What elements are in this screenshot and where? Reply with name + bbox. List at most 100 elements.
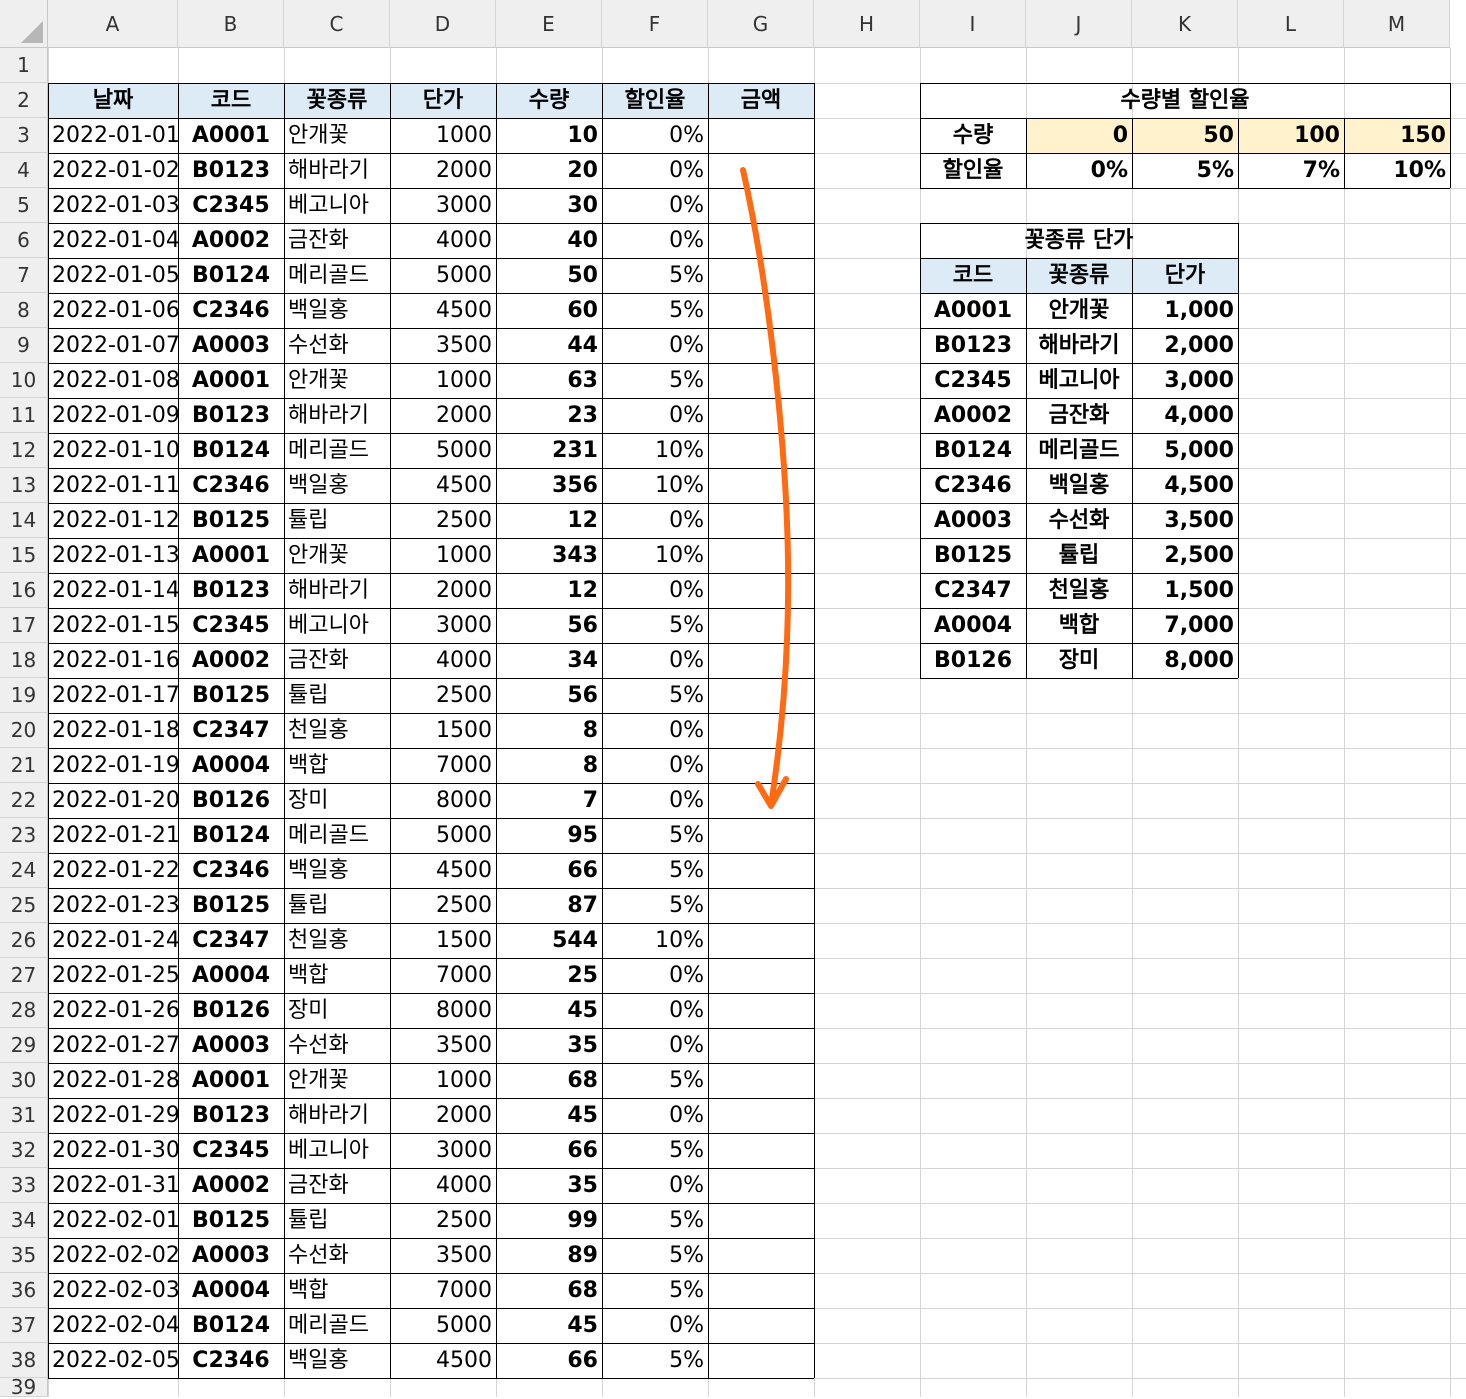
code-cell[interactable]: C2345	[178, 608, 284, 643]
flower-cell[interactable]: 베고니아	[284, 608, 390, 643]
amount-cell[interactable]	[708, 223, 814, 258]
flower-cell[interactable]: 백일홍	[284, 853, 390, 888]
row-header[interactable]: 10	[0, 363, 48, 398]
discount-cell[interactable]: 0%	[602, 398, 708, 433]
flower-cell[interactable]: 백일홍	[284, 468, 390, 503]
date-cell[interactable]: 2022-01-22	[48, 853, 178, 888]
code-cell[interactable]: C2346	[178, 1343, 284, 1378]
flower-cell[interactable]: 안개꽃	[284, 363, 390, 398]
date-cell[interactable]: 2022-01-27	[48, 1028, 178, 1063]
row-header[interactable]: 24	[0, 853, 48, 888]
qty-cell[interactable]: 63	[496, 363, 602, 398]
qty-cell[interactable]: 20	[496, 153, 602, 188]
qty-cell[interactable]: 8	[496, 713, 602, 748]
code-cell[interactable]: A0001	[178, 1063, 284, 1098]
discount-table-title[interactable]: 수량별 할인율	[920, 83, 1450, 118]
row-header[interactable]: 5	[0, 188, 48, 223]
code-cell[interactable]: A0001	[178, 538, 284, 573]
price-cell[interactable]: 2000	[390, 1098, 496, 1133]
price-code-cell[interactable]: A0004	[920, 608, 1026, 643]
date-cell[interactable]: 2022-01-23	[48, 888, 178, 923]
discount-cell[interactable]: 10%	[602, 923, 708, 958]
date-cell[interactable]: 2022-01-16	[48, 643, 178, 678]
qty-cell[interactable]: 231	[496, 433, 602, 468]
amount-cell[interactable]	[708, 1028, 814, 1063]
amount-cell[interactable]	[708, 433, 814, 468]
amount-cell[interactable]	[708, 538, 814, 573]
price-cell[interactable]: 1000	[390, 538, 496, 573]
discount-cell[interactable]: 0%	[602, 573, 708, 608]
date-cell[interactable]: 2022-01-04	[48, 223, 178, 258]
flower-cell[interactable]: 튤립	[284, 888, 390, 923]
date-cell[interactable]: 2022-01-19	[48, 748, 178, 783]
date-cell[interactable]: 2022-01-06	[48, 293, 178, 328]
price-value-cell[interactable]: 4,500	[1132, 468, 1238, 503]
price-value-cell[interactable]: 2,000	[1132, 328, 1238, 363]
date-cell[interactable]: 2022-02-05	[48, 1343, 178, 1378]
date-cell[interactable]: 2022-01-17	[48, 678, 178, 713]
price-code-cell[interactable]: A0002	[920, 398, 1026, 433]
row-header[interactable]: 39	[0, 1375, 48, 1399]
price-cell[interactable]: 3500	[390, 1028, 496, 1063]
code-cell[interactable]: B0125	[178, 888, 284, 923]
date-cell[interactable]: 2022-01-29	[48, 1098, 178, 1133]
row-header[interactable]: 22	[0, 783, 48, 818]
flower-cell[interactable]: 해바라기	[284, 398, 390, 433]
qty-cell[interactable]: 34	[496, 643, 602, 678]
code-cell[interactable]: C2345	[178, 188, 284, 223]
date-cell[interactable]: 2022-01-18	[48, 713, 178, 748]
flower-cell[interactable]: 해바라기	[284, 1098, 390, 1133]
column-header-g[interactable]: G	[708, 0, 814, 48]
discount-cell[interactable]: 0%	[602, 328, 708, 363]
price-code-cell[interactable]: C2345	[920, 363, 1026, 398]
discount-cell[interactable]: 0%	[602, 993, 708, 1028]
code-cell[interactable]: B0123	[178, 573, 284, 608]
price-cell[interactable]: 3000	[390, 1133, 496, 1168]
qty-cell[interactable]: 68	[496, 1063, 602, 1098]
row-header[interactable]: 13	[0, 468, 48, 503]
column-header-j[interactable]: J	[1026, 0, 1132, 48]
price-table-header[interactable]: 단가	[1132, 258, 1238, 293]
price-value-cell[interactable]: 7,000	[1132, 608, 1238, 643]
discount-cell[interactable]: 0%	[602, 958, 708, 993]
discount-cell[interactable]: 10%	[602, 433, 708, 468]
discount-cell[interactable]: 5%	[602, 258, 708, 293]
discount-cell[interactable]: 5%	[602, 363, 708, 398]
row-header[interactable]: 14	[0, 503, 48, 538]
price-cell[interactable]: 1500	[390, 713, 496, 748]
price-flower-cell[interactable]: 튤립	[1026, 538, 1132, 573]
flower-cell[interactable]: 해바라기	[284, 153, 390, 188]
row-header[interactable]: 32	[0, 1133, 48, 1168]
qty-cell[interactable]: 10	[496, 118, 602, 153]
date-cell[interactable]: 2022-01-21	[48, 818, 178, 853]
row-header[interactable]: 27	[0, 958, 48, 993]
date-cell[interactable]: 2022-01-03	[48, 188, 178, 223]
date-cell[interactable]: 2022-02-01	[48, 1203, 178, 1238]
code-cell[interactable]: A0002	[178, 1168, 284, 1203]
amount-cell[interactable]	[708, 153, 814, 188]
discount-cell[interactable]: 0%	[602, 188, 708, 223]
price-cell[interactable]: 4500	[390, 1343, 496, 1378]
amount-cell[interactable]	[708, 958, 814, 993]
price-flower-cell[interactable]: 장미	[1026, 643, 1132, 678]
price-cell[interactable]: 8000	[390, 783, 496, 818]
price-value-cell[interactable]: 1,000	[1132, 293, 1238, 328]
amount-cell[interactable]	[708, 1168, 814, 1203]
flower-cell[interactable]: 백합	[284, 958, 390, 993]
qty-cell[interactable]: 35	[496, 1168, 602, 1203]
date-cell[interactable]: 2022-01-25	[48, 958, 178, 993]
row-header[interactable]: 18	[0, 643, 48, 678]
qty-cell[interactable]: 56	[496, 608, 602, 643]
flower-cell[interactable]: 백합	[284, 748, 390, 783]
main-header-amount[interactable]: 금액	[708, 83, 814, 118]
code-cell[interactable]: B0123	[178, 1098, 284, 1133]
column-header-i[interactable]: I	[920, 0, 1026, 48]
date-cell[interactable]: 2022-01-12	[48, 503, 178, 538]
qty-cell[interactable]: 60	[496, 293, 602, 328]
price-cell[interactable]: 4500	[390, 853, 496, 888]
price-code-cell[interactable]: B0124	[920, 433, 1026, 468]
discount-cell[interactable]: 0%	[602, 153, 708, 188]
price-flower-cell[interactable]: 베고니아	[1026, 363, 1132, 398]
discount-cell[interactable]: 5%	[602, 293, 708, 328]
row-header[interactable]: 38	[0, 1343, 48, 1378]
